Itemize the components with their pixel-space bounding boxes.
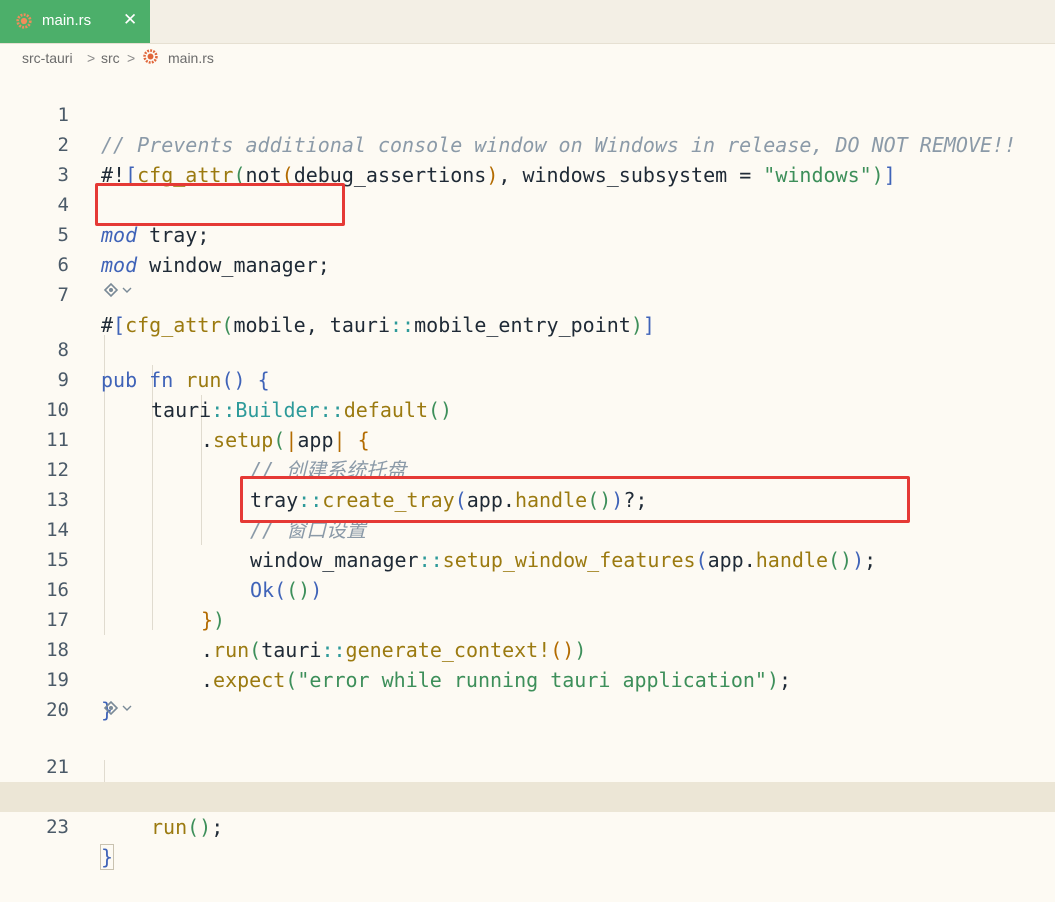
code-text: run(); <box>151 815 224 839</box>
code-editor[interactable]: 1 // Prevents additional console window … <box>0 70 1055 870</box>
code-line-20: 20 <box>46 699 69 721</box>
code-lens-icon[interactable] <box>101 698 141 722</box>
rust-file-icon <box>143 49 158 64</box>
code-line-19: 19 } <box>0 635 1055 722</box>
code-line-11: 11 // 创建系统托盘 <box>46 429 407 482</box>
code-line-12: 12 tray::create_tray(app.handle())?; <box>0 425 1055 512</box>
breadcrumb-item-main-rs[interactable]: main.rs <box>168 50 214 66</box>
code-line-17: 17 .run(tauri::generate_context!()) <box>0 575 1055 662</box>
tab-main-rs[interactable]: main.rs ✕ <box>0 0 150 43</box>
breadcrumb: src-tauri > src > main.rs <box>0 44 1055 72</box>
code-line-21: 21 fn main() { <box>0 722 1055 810</box>
rust-gear-icon <box>16 13 32 29</box>
tab-label: main.rs <box>42 12 92 29</box>
code-text: } <box>99 844 115 870</box>
code-line-2: 2 #![cfg_attr(not(debug_assertions), win… <box>0 100 1055 187</box>
code-line-10: 10 .setup(|app| { <box>0 365 1055 452</box>
code-lens-icon[interactable] <box>101 280 141 304</box>
close-icon[interactable]: ✕ <box>123 10 137 30</box>
highlight-box-setup-window-features <box>240 476 910 523</box>
breadcrumb-separator: > <box>87 50 96 66</box>
code-line-9: 9 tauri::Builder::default() <box>0 335 1055 422</box>
breadcrumb-item-src[interactable]: src <box>101 50 120 66</box>
code-line-7: 7 #[cfg_attr(mobile, tauri::mobile_entry… <box>0 250 1055 337</box>
code-line-18: 18 .expect("error while running tauri ap… <box>0 605 1055 692</box>
code-line-23: 23 } <box>0 782 1055 870</box>
tab-bar: main.rs ✕ <box>0 0 1055 44</box>
code-line-22: 22 run(); <box>0 752 1055 839</box>
code-line-16: 16 }) <box>0 545 1055 632</box>
breadcrumb-separator: > <box>127 50 136 66</box>
code-line-8: 8 pub fn run() { <box>0 305 1055 392</box>
highlight-box-mod-window-manager <box>95 183 345 226</box>
code-line-1: 1 // Prevents additional console window … <box>57 104 1017 157</box>
code-line-3: 3 <box>57 164 69 186</box>
breadcrumb-item-src-tauri[interactable]: src-tauri <box>22 50 73 66</box>
